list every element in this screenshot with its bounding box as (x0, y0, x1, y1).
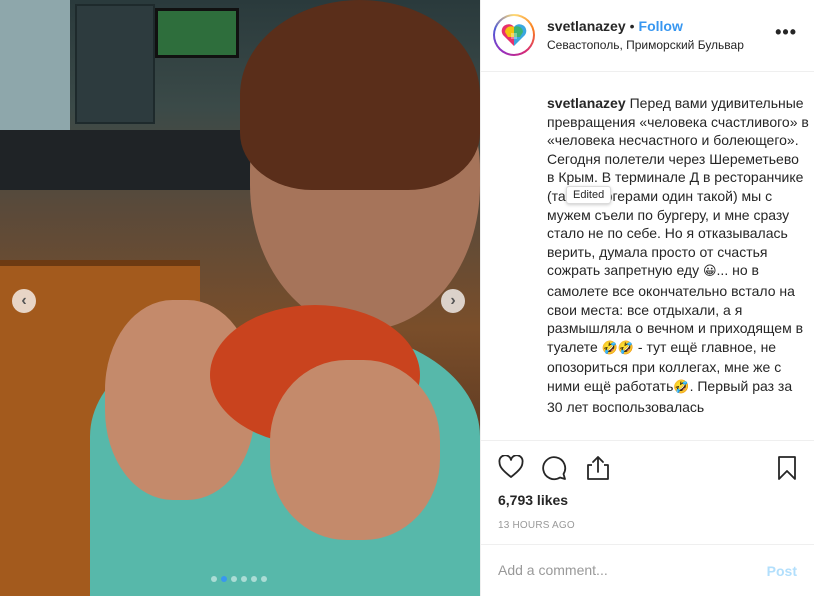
post-photo[interactable]: ‹ › (0, 0, 480, 596)
caption-text: svetlanazey Перед вами удивительные превр… (547, 94, 809, 416)
avatar[interactable] (493, 14, 535, 56)
speech-bubble-icon[interactable] (541, 455, 567, 486)
carousel-dot (251, 576, 257, 582)
carousel-next-button[interactable]: › (441, 289, 465, 313)
carousel-dot (241, 576, 247, 582)
carousel-dot (261, 576, 267, 582)
photo-subject-hand-right (270, 360, 440, 540)
puzzle-heart-icon (501, 24, 527, 46)
post-comment-button[interactable]: Post (767, 563, 797, 579)
grinning-emoji-icon: 😀 (702, 264, 717, 280)
photo-subject-hair (240, 0, 480, 190)
carousel-dot-active (221, 576, 227, 582)
photo-bg-tv (155, 8, 239, 58)
location-link[interactable]: Севастополь, Приморский Бульвар (547, 38, 744, 52)
post-side-panel: svetlanazey • Follow Севастополь, Приморск… (480, 0, 814, 596)
comment-input[interactable] (498, 562, 738, 578)
caption-username-link[interactable]: svetlanazey (547, 95, 626, 111)
avatar-inner (495, 16, 533, 54)
rofl-emoji-icon: 🤣 (673, 379, 690, 395)
carousel-dot (231, 576, 237, 582)
share-upload-icon[interactable] (586, 455, 610, 486)
more-options-icon[interactable]: ••• (775, 22, 797, 43)
header-user-line: svetlanazey • Follow (547, 18, 683, 34)
likes-count[interactable]: 6,793 likes (498, 492, 568, 508)
post-header: svetlanazey • Follow Севастополь, Приморск… (481, 0, 814, 72)
photo-bg-window (0, 0, 70, 130)
bookmark-icon[interactable] (777, 455, 797, 486)
photo-bg-shelf (75, 4, 155, 124)
post-timestamp[interactable]: 13 HOURS AGO (498, 520, 575, 531)
username-link[interactable]: svetlanazey (547, 18, 626, 34)
heart-outline-icon[interactable] (498, 454, 524, 484)
follow-button[interactable]: Follow (639, 18, 683, 34)
rofl-emoji-icon: 🤣🤣 (601, 340, 634, 356)
carousel-indicator (211, 576, 267, 582)
photo-bg-counter (0, 130, 270, 190)
caption-scroll-area[interactable]: svetlanazey Перед вами удивительные превр… (547, 94, 809, 439)
post-actions: 6,793 likes 13 HOURS AGO (481, 440, 814, 544)
edited-tooltip: Edited (566, 186, 612, 204)
dot-separator: • (629, 18, 635, 34)
comment-bar: Post (481, 544, 814, 596)
carousel-prev-button[interactable]: ‹ (12, 289, 36, 313)
carousel-dot (211, 576, 217, 582)
